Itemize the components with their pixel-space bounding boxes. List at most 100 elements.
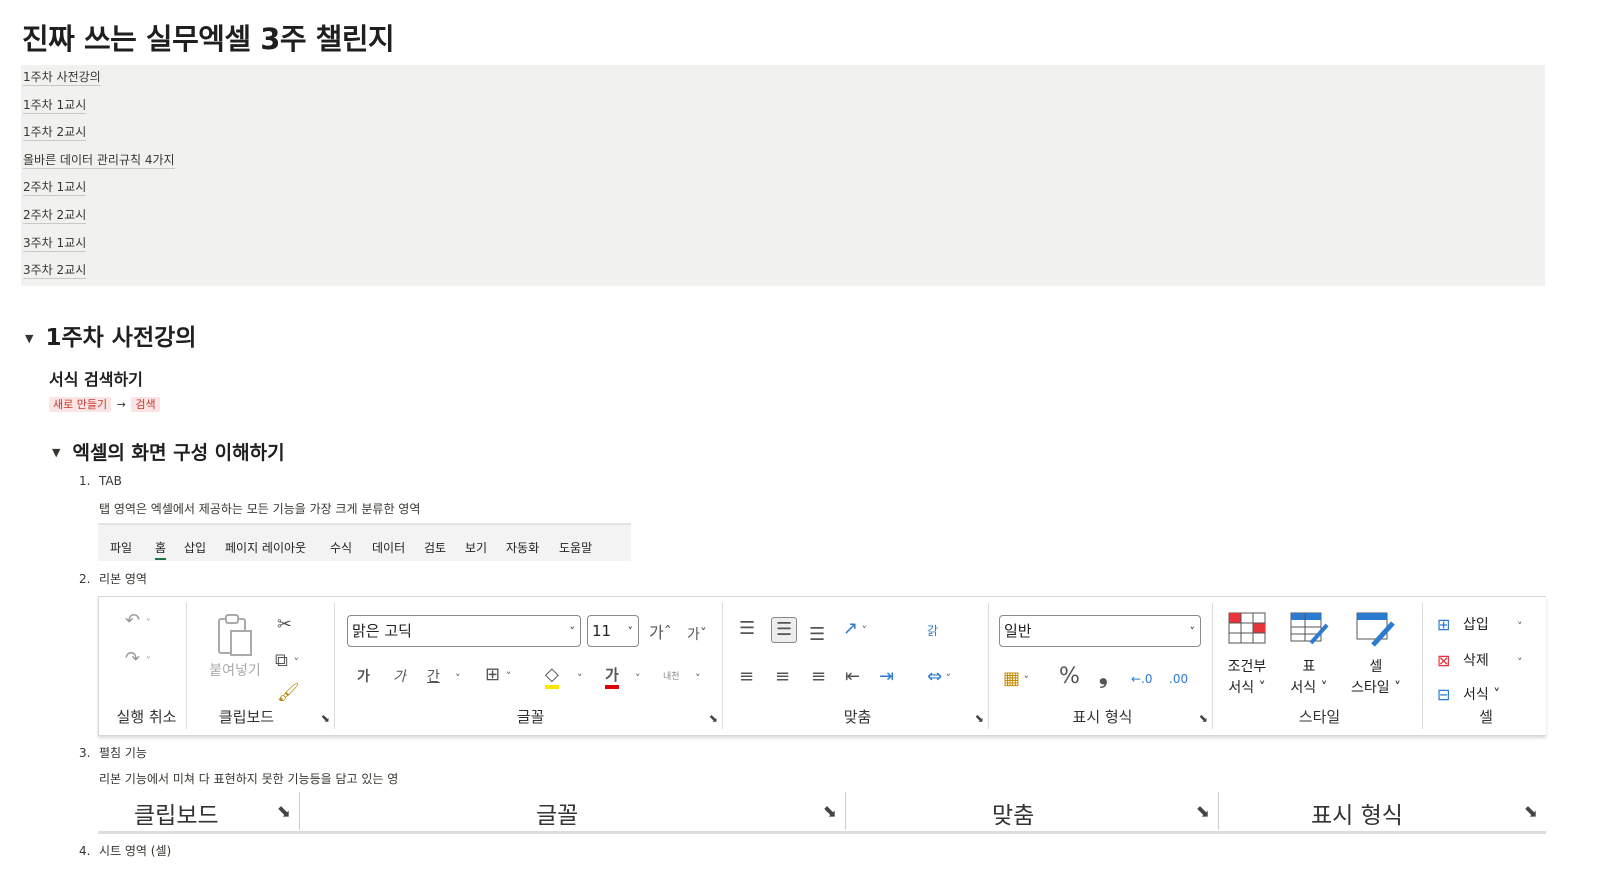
toc-link[interactable]: 3주차 2교시: [23, 263, 87, 279]
font-name-combo: 맑은 고딕 ˅: [347, 615, 581, 647]
tab-home: 홈: [155, 539, 167, 560]
decrease-decimal-icon: .00: [1169, 672, 1189, 686]
align-right-icon: ≡: [811, 666, 827, 687]
underline-icon: 간: [427, 669, 440, 685]
format-as-table-icon: [1290, 612, 1329, 645]
tab-automate: 자동화: [506, 541, 540, 555]
toc-link[interactable]: 1주차 사전강의: [23, 70, 101, 86]
group-label: 표시 형식: [1072, 708, 1133, 726]
increase-indent-icon: ⇥: [879, 666, 895, 687]
toc-link[interactable]: 2주차 2교시: [23, 208, 87, 224]
format-label: 서식 ˅: [1463, 687, 1501, 703]
chevron-down-icon: ˅: [577, 672, 583, 685]
cell-styles-icon: [1356, 612, 1395, 647]
tab-page-layout: 페이지 레이아웃: [225, 541, 307, 555]
tab-review: 검토: [424, 541, 447, 555]
paste-label: 붙여넣기: [209, 663, 261, 679]
increase-decimal-icon: ←.0: [1131, 672, 1153, 686]
menu-path: 새로 만들기 → 검색: [49, 396, 160, 412]
expand-group: 클립보드 ⬊: [98, 792, 300, 830]
list-item: 2. 리본 영역: [79, 570, 147, 587]
group-label: 실행 취소: [116, 708, 177, 726]
cond-format-label: 조건부 서식 ˅: [1217, 657, 1277, 699]
chevron-down-icon: ˅: [1517, 620, 1523, 633]
sub-heading: 서식 검색하기: [49, 370, 143, 389]
expand-group: 표시 형식 ⬊: [1219, 792, 1546, 830]
tab-data: 데이터: [372, 541, 406, 555]
group-label: 글꼴: [516, 708, 545, 726]
list-item: 3. 펼침 기능: [79, 744, 147, 761]
chevron-down-icon: ˅: [627, 625, 634, 638]
page-title: 진짜 쓰는 실무엑셀 3주 챌린지: [22, 22, 395, 56]
toggle-heading-screen[interactable]: ▼ 엑셀의 화면 구성 이해하기: [52, 438, 285, 465]
font-color-icon: 가: [605, 665, 619, 689]
list-item: 1. TAB: [79, 474, 122, 488]
italic-icon: 가: [393, 669, 406, 685]
list-number: 4.: [79, 844, 91, 858]
toc-link[interactable]: 1주차 2교시: [23, 125, 87, 141]
align-top-icon: ☰: [739, 618, 756, 639]
code-tag: 검색: [131, 397, 160, 412]
undo-icon: ↶ ˅: [125, 610, 151, 631]
border-icon: ⊞ ˅: [485, 664, 512, 685]
expand-group-label: 맞춤: [992, 803, 1035, 829]
code-tag: 새로 만들기: [49, 397, 112, 412]
align-middle-icon: ☰: [771, 617, 798, 643]
fill-color-icon: ◇: [545, 665, 559, 689]
merge-center-icon: ⇔ ˅: [927, 666, 952, 687]
tab-formula: 수식: [330, 541, 353, 555]
phonetic-icon: 내천: [663, 672, 680, 682]
number-group: 일반 ˅ ▦ ˅ % ❟ ←.0 .00 표시 형식 ⬊: [993, 603, 1213, 729]
undo-group: ↶ ˅ ↷ ˅ 실행 취소: [107, 603, 187, 729]
dialog-launcher-icon: ⬊: [1523, 802, 1538, 822]
heading-text: 1주차 사전강의: [45, 325, 197, 351]
alignment-group: ☰ ☰ ☰ ↗ ˅ 갉 ≡ ≡ ≡ ⇤ ⇥ ⇔ ˅ 맞춤 ⬊: [727, 603, 989, 729]
label-line: 서식 ˅: [1228, 680, 1266, 696]
list-label: 시트 영역 (셀): [99, 844, 172, 858]
delete-label: 삭제: [1463, 653, 1489, 669]
dialog-launcher-icon: ⬊: [708, 712, 718, 725]
chevron-down-icon: ˅: [1189, 625, 1196, 638]
percent-icon: %: [1059, 664, 1080, 689]
toggle-heading-week1[interactable]: ▼ 1주차 사전강의: [25, 318, 196, 352]
chevron-down-icon: ˅: [1517, 656, 1523, 669]
group-label: 스타일: [1298, 708, 1341, 726]
label-line: 표: [1302, 659, 1316, 675]
expand-group: 글꼴 ⬊: [300, 792, 846, 830]
toggle-triangle-icon[interactable]: ▼: [52, 446, 60, 459]
list-label: 펼침 기능: [99, 746, 147, 760]
arrow-text: →: [116, 398, 126, 411]
excel-ribbon-image: ↶ ˅ ↷ ˅ 실행 취소 붙여넣기 ✂ ⧉ ˅ 🖌 클립보드 ⬊ 맑은 고딕 ˅…: [98, 596, 1546, 736]
dialog-launcher-icon: ⬊: [276, 802, 291, 822]
list-desc: 탭 영역은 엑셀에서 제공하는 모든 기능을 가장 크게 분류한 영역: [99, 502, 421, 516]
group-label: 맞춤: [843, 708, 872, 726]
decrease-indent-icon: ⇤: [845, 666, 861, 687]
number-format-value: 일반: [1004, 622, 1032, 640]
chevron-down-icon: ˅: [635, 672, 641, 685]
list-item: 4. 시트 영역 (셀): [79, 842, 171, 859]
label-line: 셀: [1369, 659, 1383, 675]
dialog-launcher-icon: ⬊: [1198, 712, 1208, 725]
conditional-format-icon: [1228, 612, 1266, 644]
format-cells-icon: ⊟: [1437, 685, 1451, 704]
toc-link[interactable]: 올바른 데이터 관리규칙 4가지: [23, 153, 175, 169]
align-left-icon: ≡: [739, 666, 755, 687]
table-of-contents: 1주차 사전강의 1주차 1교시 1주차 2교시 올바른 데이터 관리규칙 4가…: [21, 65, 1545, 286]
styles-group: 조건부 서식 ˅ 표 서식 ˅ 셀 스타일 ˅ 스타일: [1217, 603, 1423, 729]
copy-icon: ⧉ ˅: [275, 650, 300, 671]
font-size-combo: 11 ˅: [587, 615, 639, 647]
dialog-launcher-icon: ⬊: [320, 712, 330, 725]
expand-group-label: 클립보드: [134, 803, 219, 829]
cut-icon: ✂: [277, 614, 293, 635]
group-label: 셀: [1479, 708, 1493, 726]
expand-launcher-image: 클립보드 ⬊ 글꼴 ⬊ 맞춤 ⬊ 표시 형식 ⬊: [98, 792, 1546, 834]
delete-cells-icon: ⊠: [1437, 651, 1451, 670]
comma-style-icon: ❟: [1099, 664, 1108, 689]
toc-link[interactable]: 2주차 1교시: [23, 180, 87, 196]
toggle-triangle-icon[interactable]: ▼: [25, 332, 33, 345]
toc-link[interactable]: 1주차 1교시: [23, 98, 87, 114]
toc-link[interactable]: 3주차 1교시: [23, 236, 87, 252]
wrap-text-icon: 갉: [927, 624, 939, 638]
tab-insert: 삽입: [184, 541, 207, 555]
excel-tab-bar-image: 파일 홈 삽입 페이지 레이아웃 수식 데이터 검토 보기 자동화 도움말: [98, 523, 631, 561]
